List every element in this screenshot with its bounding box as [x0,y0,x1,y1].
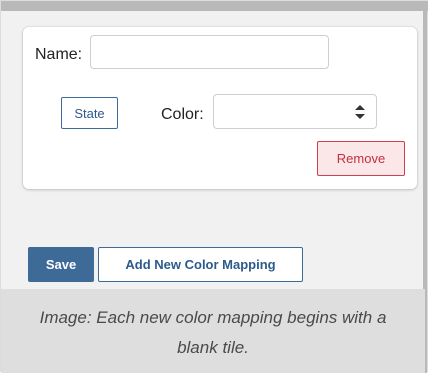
up-down-arrows-icon [355,105,365,119]
color-label: Color: [161,106,204,123]
image-caption: Image: Each new color mapping begins wit… [39,308,387,357]
save-button[interactable]: Save [28,247,94,282]
caption-band: Image: Each new color mapping begins wit… [1,289,425,373]
state-button[interactable]: State [61,97,118,129]
top-border [1,1,428,11]
name-label: Name: [35,46,83,63]
remove-button[interactable]: Remove [317,141,405,176]
color-select[interactable] [213,94,377,129]
color-mapping-tile: Name: State Color: Remove [23,27,417,189]
add-new-color-mapping-button[interactable]: Add New Color Mapping [98,247,303,282]
screenshot-frame: Name: State Color: Remove Save Add New C… [0,0,428,373]
name-input[interactable] [90,35,329,69]
